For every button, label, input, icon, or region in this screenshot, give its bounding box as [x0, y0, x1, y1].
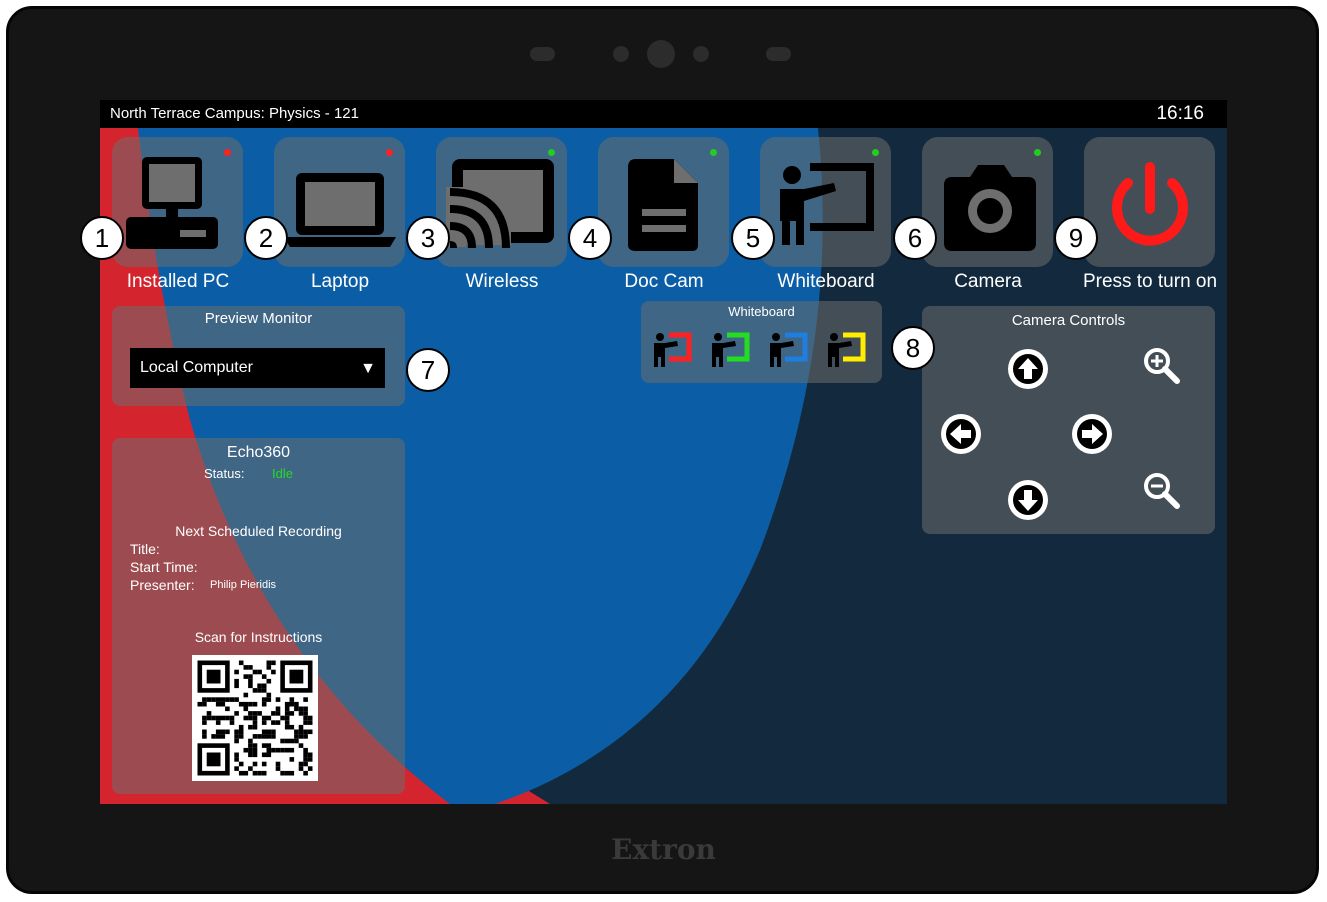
power-icon [1112, 162, 1188, 246]
camera-lens [647, 40, 675, 68]
callout-7: 7 [406, 348, 450, 392]
callout-1: 1 [80, 216, 124, 260]
status-indicator [386, 149, 393, 156]
laptop-label: Laptop [310, 271, 370, 292]
zoom-in-icon[interactable] [1137, 341, 1185, 389]
panel-title: Camera Controls [1011, 312, 1126, 329]
installed-pc-label: Installed PC [126, 271, 230, 292]
top-bar: North Terrace Campus: Physics - 121 16:1… [100, 100, 1227, 128]
camera-controls-panel: Camera Controls [922, 306, 1215, 534]
sensor-pill-left [530, 47, 555, 61]
sensor-pill-right [766, 47, 791, 61]
callout-5: 5 [731, 216, 775, 260]
camera-button[interactable] [922, 137, 1053, 267]
status-value: Idle [272, 466, 293, 481]
callout-4: 4 [568, 216, 612, 260]
left-arrow-icon[interactable] [937, 410, 985, 458]
presenter-value: Philip Pieridis [210, 579, 277, 591]
whiteboard-select-3-button[interactable] [765, 329, 813, 369]
status-indicator [710, 149, 717, 156]
panel-title: Preview Monitor [204, 310, 313, 327]
status-indicator [548, 149, 555, 156]
callout-6: 6 [893, 216, 937, 260]
status-indicator [872, 149, 879, 156]
echo360-panel: Echo360 Status: Idle Next Scheduled Reco… [112, 438, 405, 794]
title-label: Title: [130, 541, 160, 557]
laptop-button[interactable] [274, 137, 405, 267]
camera-icon [944, 165, 1036, 251]
callout-8: 8 [891, 326, 935, 370]
preview-monitor-panel: Preview Monitor Local Computer ▼ [112, 306, 405, 406]
down-arrow-icon[interactable] [1004, 476, 1052, 524]
installed-pc-button[interactable] [112, 137, 243, 267]
whiteboard-button[interactable] [760, 137, 891, 267]
status-indicator [1034, 149, 1041, 156]
brand-logo: Extron [611, 833, 716, 866]
clock: 16:16 [1156, 103, 1204, 124]
whiteboard-panel: Whiteboard [641, 301, 882, 383]
whiteboard-select-2-button[interactable] [707, 329, 755, 369]
callout-2: 2 [244, 216, 288, 260]
zoom-out-icon[interactable] [1137, 466, 1185, 514]
right-arrow-icon[interactable] [1068, 410, 1116, 458]
power-label: Press to turn on [1082, 271, 1218, 292]
laptop-icon [284, 173, 396, 247]
up-arrow-icon[interactable] [1004, 345, 1052, 393]
next-recording-title: Next Scheduled Recording [175, 523, 342, 539]
camera-label: Camera [954, 271, 1022, 292]
wireless-label: Wireless [465, 271, 539, 292]
desktop-pc-icon [126, 157, 218, 249]
sensor-dot-left [613, 46, 629, 62]
presenter-label: Presenter: [130, 577, 195, 593]
touch-screen: North Terrace Campus: Physics - 121 16:1… [100, 100, 1227, 804]
panel-title: Whiteboard [728, 304, 795, 319]
whiteboard-select-4-button[interactable] [823, 329, 871, 369]
sensor-dot-right [693, 46, 709, 62]
scan-label: Scan for Instructions [194, 629, 323, 645]
callout-9: 9 [1054, 216, 1098, 260]
room-title: North Terrace Campus: Physics - 121 [110, 105, 359, 122]
callout-3: 3 [406, 216, 450, 260]
power-button[interactable] [1084, 137, 1215, 267]
presenter-icon [780, 163, 874, 245]
preview-source-dropdown[interactable]: Local Computer ▼ [130, 348, 385, 388]
selected-value: Local Computer [140, 359, 253, 376]
start-time-label: Start Time: [130, 559, 198, 575]
whiteboard-label: Whiteboard [777, 271, 875, 292]
doc-cam-button[interactable] [598, 137, 729, 267]
document-icon [628, 159, 698, 251]
qr-code [192, 655, 318, 781]
doc-cam-label: Doc Cam [624, 271, 704, 292]
cast-icon [446, 159, 554, 249]
status-indicator [224, 149, 231, 156]
status-label: Status: [204, 466, 245, 481]
panel-title: Echo360 [226, 444, 291, 461]
whiteboard-select-1-button[interactable] [649, 329, 697, 369]
dropdown-arrow-icon: ▼ [360, 360, 376, 377]
wireless-button[interactable] [436, 137, 567, 267]
